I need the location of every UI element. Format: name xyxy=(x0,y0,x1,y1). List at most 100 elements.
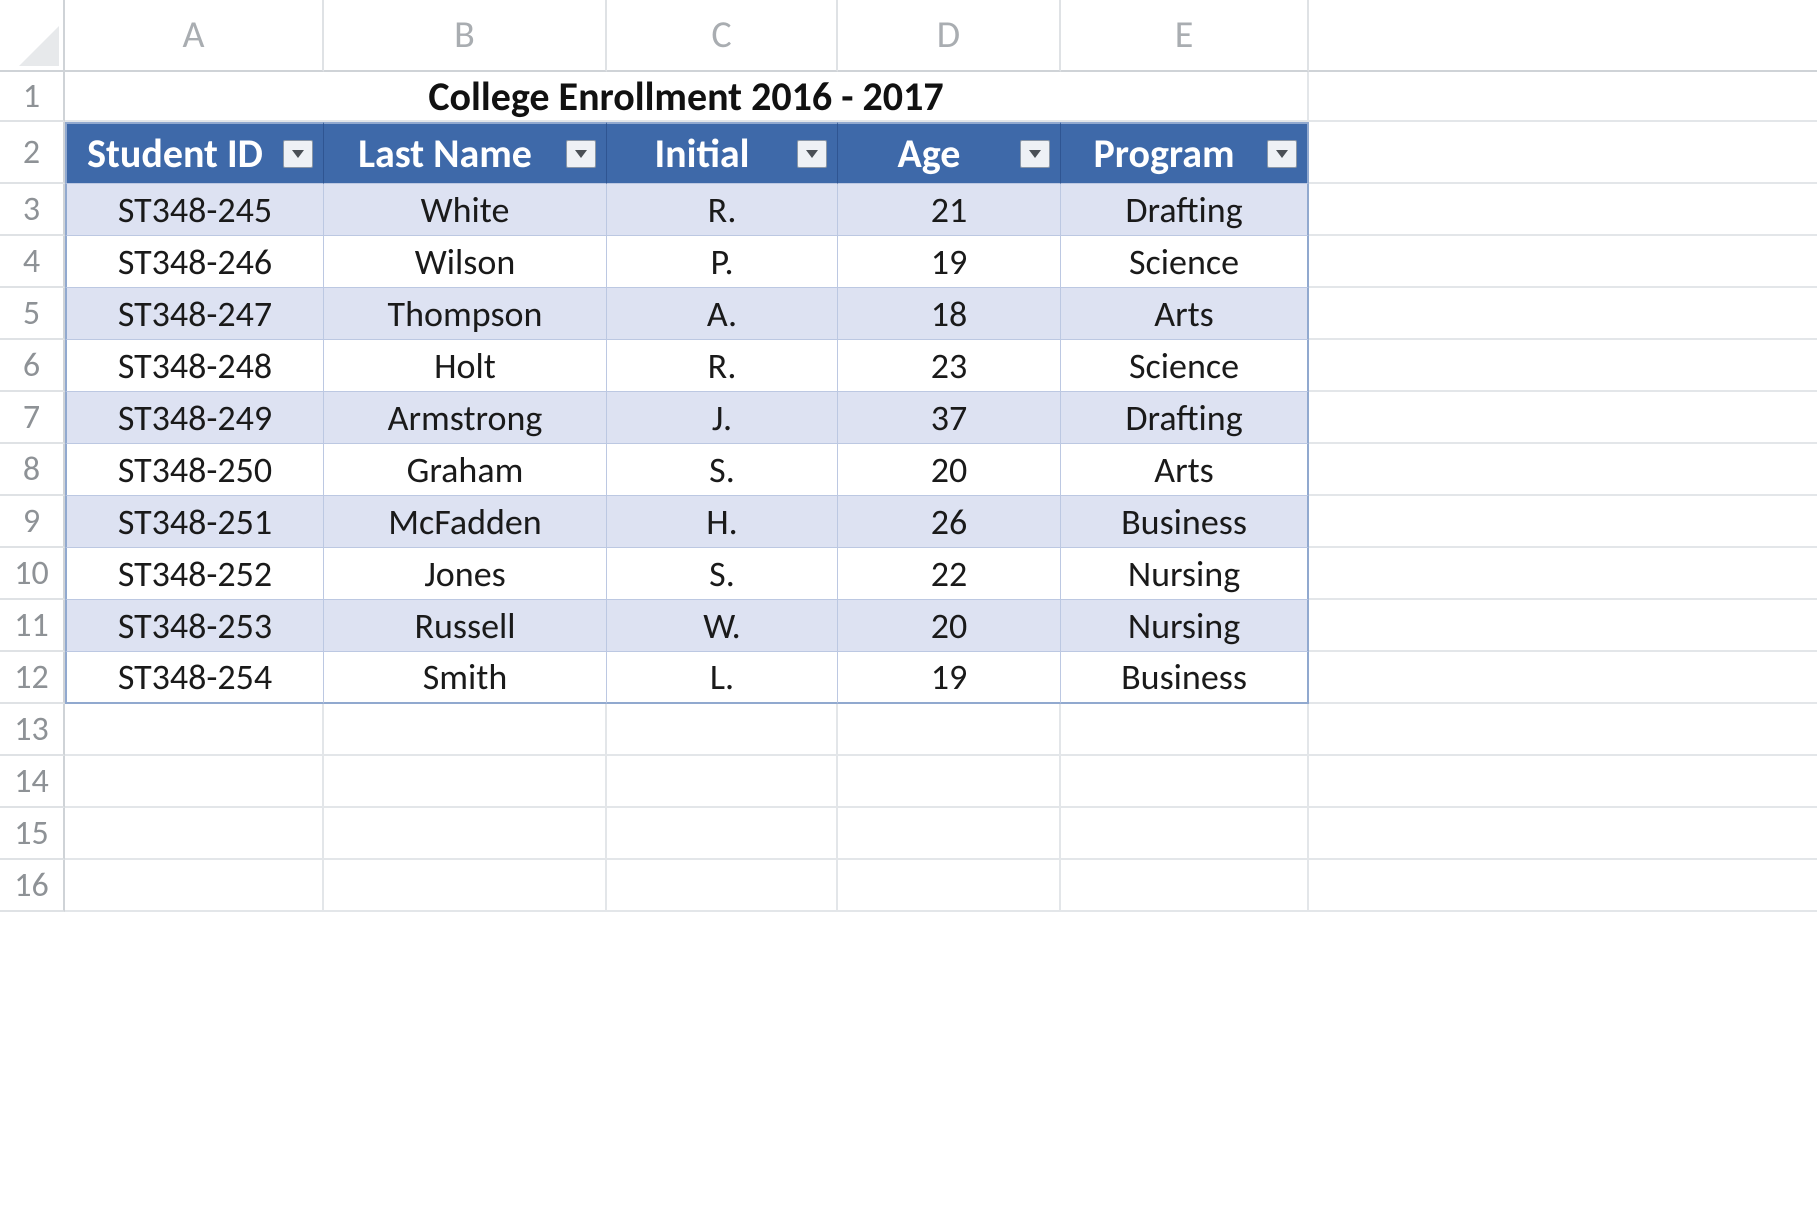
row-header-13[interactable]: 13 xyxy=(0,704,65,756)
empty-cell[interactable] xyxy=(607,756,838,808)
table-cell[interactable]: Business xyxy=(1061,496,1309,548)
table-cell[interactable]: P. xyxy=(607,236,838,288)
page-title[interactable]: College Enrollment 2016 - 2017 xyxy=(65,72,1309,122)
filter-dropdown-button[interactable] xyxy=(283,140,313,168)
empty-cell[interactable] xyxy=(1309,392,1817,444)
table-cell[interactable]: H. xyxy=(607,496,838,548)
table-cell[interactable]: Science xyxy=(1061,340,1309,392)
empty-cell[interactable] xyxy=(65,704,324,756)
row-header-15[interactable]: 15 xyxy=(0,808,65,860)
table-cell[interactable]: 22 xyxy=(838,548,1061,600)
empty-cell[interactable] xyxy=(1061,860,1309,912)
table-cell[interactable]: ST348-245 xyxy=(65,184,324,236)
column-header-E[interactable]: E xyxy=(1061,0,1309,72)
empty-cell[interactable] xyxy=(65,860,324,912)
table-cell[interactable]: R. xyxy=(607,184,838,236)
table-cell[interactable]: ST348-248 xyxy=(65,340,324,392)
column-header-B[interactable]: B xyxy=(324,0,607,72)
empty-cell[interactable] xyxy=(1309,652,1817,704)
empty-cell[interactable] xyxy=(1309,704,1817,756)
row-header-11[interactable]: 11 xyxy=(0,600,65,652)
table-cell[interactable]: ST348-251 xyxy=(65,496,324,548)
table-cell[interactable]: L. xyxy=(607,652,838,704)
empty-cell[interactable] xyxy=(838,756,1061,808)
table-cell[interactable]: Nursing xyxy=(1061,600,1309,652)
table-cell[interactable]: W. xyxy=(607,600,838,652)
table-cell[interactable]: Russell xyxy=(324,600,607,652)
empty-cell[interactable] xyxy=(1309,444,1817,496)
empty-cell[interactable] xyxy=(1309,236,1817,288)
filter-dropdown-button[interactable] xyxy=(1020,140,1050,168)
empty-cell[interactable] xyxy=(1309,184,1817,236)
table-cell[interactable]: Arts xyxy=(1061,444,1309,496)
table-cell[interactable]: 18 xyxy=(838,288,1061,340)
empty-cell[interactable] xyxy=(1309,340,1817,392)
row-header-10[interactable]: 10 xyxy=(0,548,65,600)
table-cell[interactable]: 37 xyxy=(838,392,1061,444)
empty-cell[interactable] xyxy=(1309,860,1817,912)
filter-dropdown-button[interactable] xyxy=(566,140,596,168)
table-cell[interactable]: S. xyxy=(607,444,838,496)
empty-cell[interactable] xyxy=(1309,288,1817,340)
row-header-6[interactable]: 6 xyxy=(0,340,65,392)
empty-cell[interactable] xyxy=(607,860,838,912)
filter-dropdown-button[interactable] xyxy=(1267,140,1297,168)
column-header-D[interactable]: D xyxy=(838,0,1061,72)
row-header-3[interactable]: 3 xyxy=(0,184,65,236)
empty-cell[interactable] xyxy=(1309,122,1817,184)
table-cell[interactable]: Thompson xyxy=(324,288,607,340)
table-cell[interactable]: ST348-246 xyxy=(65,236,324,288)
table-resize-handle-icon[interactable] xyxy=(1291,690,1305,700)
row-header-8[interactable]: 8 xyxy=(0,444,65,496)
table-cell[interactable]: McFadden xyxy=(324,496,607,548)
table-cell[interactable]: ST348-247 xyxy=(65,288,324,340)
column-header-C[interactable]: C xyxy=(607,0,838,72)
row-header-12[interactable]: 12 xyxy=(0,652,65,704)
table-cell[interactable]: ST348-253 xyxy=(65,600,324,652)
empty-cell[interactable] xyxy=(65,808,324,860)
table-cell[interactable]: 26 xyxy=(838,496,1061,548)
table-header-program[interactable]: Program xyxy=(1061,122,1309,184)
row-header-5[interactable]: 5 xyxy=(0,288,65,340)
table-cell[interactable]: White xyxy=(324,184,607,236)
empty-cell[interactable] xyxy=(324,808,607,860)
empty-cell[interactable] xyxy=(838,704,1061,756)
table-cell[interactable]: S. xyxy=(607,548,838,600)
row-header-9[interactable]: 9 xyxy=(0,496,65,548)
empty-cell[interactable] xyxy=(1309,548,1817,600)
table-cell[interactable]: Arts xyxy=(1061,288,1309,340)
row-header-14[interactable]: 14 xyxy=(0,756,65,808)
empty-cell[interactable] xyxy=(1309,496,1817,548)
table-cell[interactable]: Nursing xyxy=(1061,548,1309,600)
table-cell[interactable]: 20 xyxy=(838,600,1061,652)
empty-cell[interactable] xyxy=(1309,808,1817,860)
row-header-7[interactable]: 7 xyxy=(0,392,65,444)
row-header-1[interactable]: 1 xyxy=(0,72,65,122)
column-header-A[interactable]: A xyxy=(65,0,324,72)
table-cell[interactable]: Smith xyxy=(324,652,607,704)
empty-cell[interactable] xyxy=(838,860,1061,912)
table-cell[interactable]: Graham xyxy=(324,444,607,496)
table-header-initial[interactable]: Initial xyxy=(607,122,838,184)
table-cell[interactable]: 21 xyxy=(838,184,1061,236)
row-header-2[interactable]: 2 xyxy=(0,122,65,184)
table-cell[interactable]: J. xyxy=(607,392,838,444)
table-cell[interactable]: Drafting xyxy=(1061,184,1309,236)
empty-cell[interactable] xyxy=(838,808,1061,860)
empty-cell[interactable] xyxy=(607,704,838,756)
empty-cell[interactable] xyxy=(324,756,607,808)
table-cell[interactable]: ST348-249 xyxy=(65,392,324,444)
empty-cell[interactable] xyxy=(324,704,607,756)
table-cell[interactable]: Wilson xyxy=(324,236,607,288)
empty-cell[interactable] xyxy=(1309,600,1817,652)
table-header-last-name[interactable]: Last Name xyxy=(324,122,607,184)
empty-cell[interactable] xyxy=(1309,72,1817,122)
table-cell[interactable]: Jones xyxy=(324,548,607,600)
row-header-16[interactable]: 16 xyxy=(0,860,65,912)
table-cell[interactable]: Armstrong xyxy=(324,392,607,444)
table-cell[interactable]: 20 xyxy=(838,444,1061,496)
table-cell[interactable]: Science xyxy=(1061,236,1309,288)
filter-dropdown-button[interactable] xyxy=(797,140,827,168)
row-header-4[interactable]: 4 xyxy=(0,236,65,288)
select-all-corner[interactable] xyxy=(0,0,65,72)
